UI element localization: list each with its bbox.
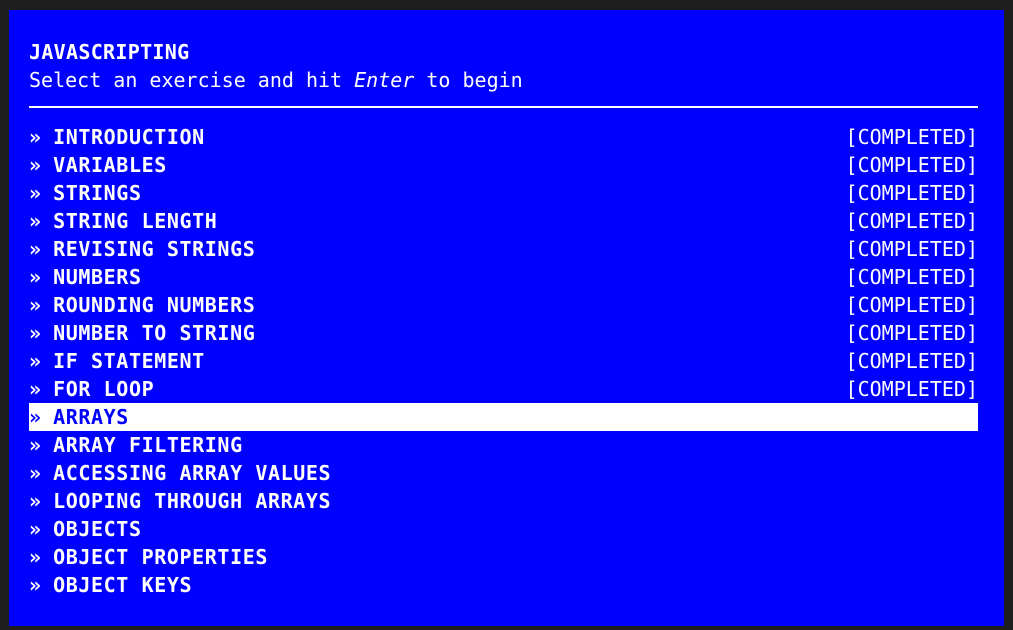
instructions-suffix: to begin xyxy=(414,68,523,92)
bullet-icon: » xyxy=(29,265,42,289)
menu-item-label: OBJECTS xyxy=(53,517,142,541)
app-title: JAVASCRIPTING xyxy=(29,40,190,64)
menu-item[interactable]: » NUMBERS [COMPLETED] xyxy=(29,263,978,291)
menu-item[interactable]: » OBJECTS xyxy=(29,515,978,543)
bullet-icon: » xyxy=(29,209,42,233)
menu-item-label: ARRAY FILTERING xyxy=(53,433,243,457)
completed-status: [COMPLETED] xyxy=(845,321,978,345)
menu-item[interactable]: » STRING LENGTH [COMPLETED] xyxy=(29,207,978,235)
completed-status: [COMPLETED] xyxy=(845,153,978,177)
menu-item-label: INTRODUCTION xyxy=(53,125,205,149)
menu-item-label: ARRAYS xyxy=(53,405,129,429)
menu-item[interactable]: » VARIABLES [COMPLETED] xyxy=(29,151,978,179)
completed-status: [COMPLETED] xyxy=(845,125,978,149)
completed-status: [COMPLETED] xyxy=(845,181,978,205)
menu-item-label: FOR LOOP xyxy=(53,377,155,401)
bullet-icon: » xyxy=(29,377,42,401)
completed-status: [COMPLETED] xyxy=(845,293,978,317)
menu-item-label: IF STATEMENT xyxy=(53,349,205,373)
bullet-icon: » xyxy=(29,405,42,429)
bullet-icon: » xyxy=(29,573,42,597)
menu-item-label: VARIABLES xyxy=(53,153,167,177)
completed-status: [COMPLETED] xyxy=(845,209,978,233)
header-divider xyxy=(29,106,978,108)
menu-item[interactable]: » OBJECT PROPERTIES xyxy=(29,543,978,571)
completed-status: [COMPLETED] xyxy=(845,349,978,373)
completed-status: [COMPLETED] xyxy=(845,237,978,261)
menu-item-label: REVISING STRINGS xyxy=(53,237,256,261)
menu-item-label: NUMBERS xyxy=(53,265,142,289)
menu-item[interactable]: » FOR LOOP [COMPLETED] xyxy=(29,375,978,403)
bullet-icon: » xyxy=(29,517,42,541)
menu-item[interactable]: » STRINGS [COMPLETED] xyxy=(29,179,978,207)
bullet-icon: » xyxy=(29,181,42,205)
menu-item[interactable]: » ACCESSING ARRAY VALUES xyxy=(29,459,978,487)
bullet-icon: » xyxy=(29,321,42,345)
bullet-icon: » xyxy=(29,293,42,317)
menu-item-label: STRINGS xyxy=(53,181,142,205)
instructions-prefix: Select an exercise and hit xyxy=(29,68,355,92)
exercise-menu: » INTRODUCTION [COMPLETED] » VARIABLES [COM… xyxy=(29,123,978,599)
menu-item[interactable]: » ROUNDING NUMBERS [COMPLETED] xyxy=(29,291,978,319)
bullet-icon: » xyxy=(29,461,42,485)
menu-item[interactable]: » LOOPING THROUGH ARRAYS xyxy=(29,487,978,515)
bullet-icon: » xyxy=(29,545,42,569)
terminal-screen: JAVASCRIPTING Select an exercise and hit… xyxy=(9,10,1004,626)
menu-item-label: NUMBER TO STRING xyxy=(53,321,256,345)
bullet-icon: » xyxy=(29,237,42,261)
bullet-icon: » xyxy=(29,489,42,513)
menu-item[interactable]: » NUMBER TO STRING [COMPLETED] xyxy=(29,319,978,347)
completed-status: [COMPLETED] xyxy=(845,265,978,289)
menu-item[interactable]: » ARRAY FILTERING xyxy=(29,431,978,459)
menu-item[interactable]: » IF STATEMENT [COMPLETED] xyxy=(29,347,978,375)
menu-item-label: OBJECT PROPERTIES xyxy=(53,545,268,569)
menu-item-label: STRING LENGTH xyxy=(53,209,218,233)
menu-item-label: ACCESSING ARRAY VALUES xyxy=(53,461,332,485)
menu-item[interactable]: » INTRODUCTION [COMPLETED] xyxy=(29,123,978,151)
menu-item[interactable]: » REVISING STRINGS [COMPLETED] xyxy=(29,235,978,263)
completed-status: [COMPLETED] xyxy=(845,377,978,401)
terminal-window: JAVASCRIPTING Select an exercise and hit… xyxy=(0,0,1013,630)
bullet-icon: » xyxy=(29,349,42,373)
bullet-icon: » xyxy=(29,433,42,457)
menu-item-label: ROUNDING NUMBERS xyxy=(53,293,256,317)
instructions: Select an exercise and hit Enter to begi… xyxy=(29,68,523,92)
bullet-icon: » xyxy=(29,153,42,177)
menu-item[interactable]: » OBJECT KEYS xyxy=(29,571,978,599)
menu-item[interactable]: » ARRAYS xyxy=(29,403,978,431)
enter-key-hint: Enter xyxy=(354,68,415,92)
bullet-icon: » xyxy=(29,125,42,149)
menu-item-label: OBJECT KEYS xyxy=(53,573,193,597)
menu-item-label: LOOPING THROUGH ARRAYS xyxy=(53,489,332,513)
